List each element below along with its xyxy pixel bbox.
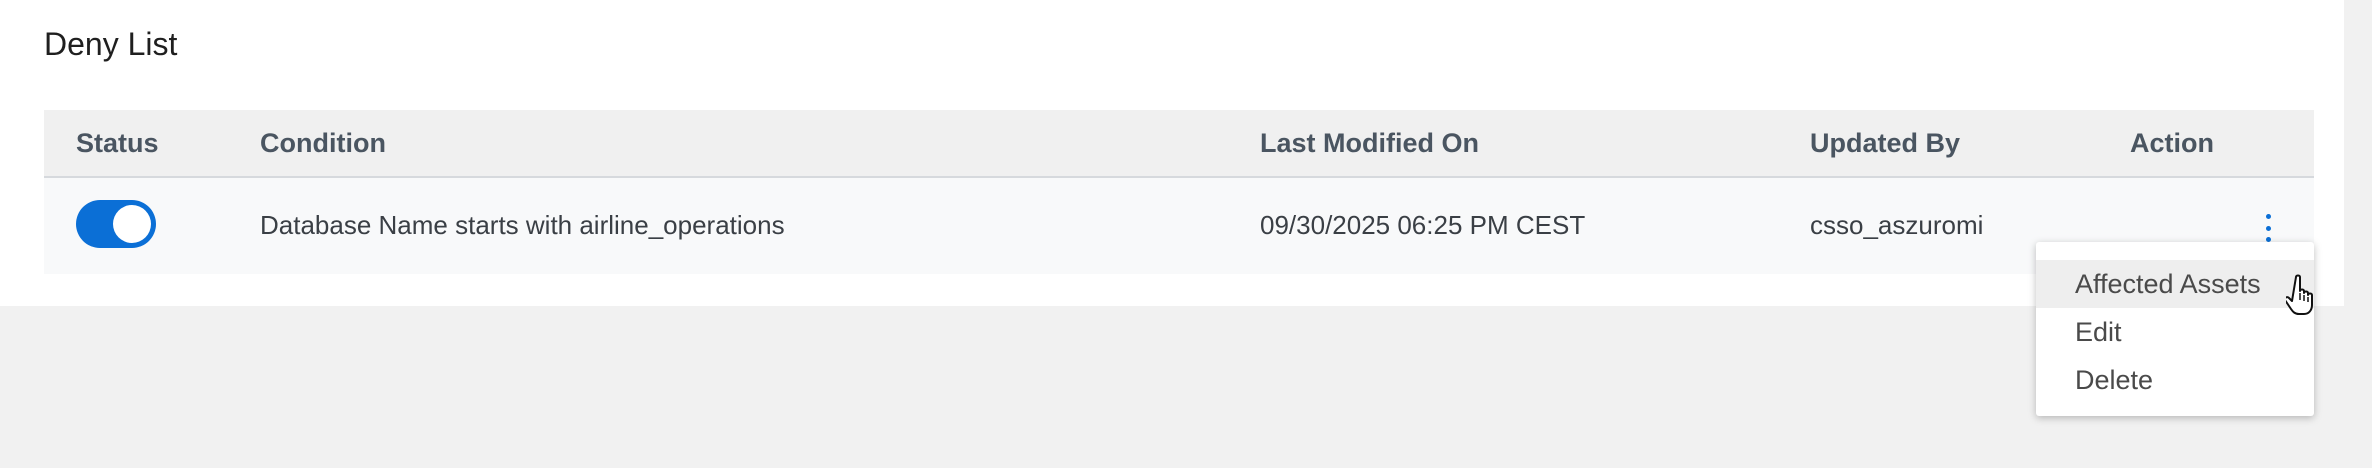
row-condition: Database Name starts with airline_operat… xyxy=(260,210,785,240)
hand-pointer-icon xyxy=(2286,274,2313,315)
header-condition: Condition xyxy=(260,128,386,158)
header-action: Action xyxy=(2130,128,2214,158)
header-updated-by: Updated By xyxy=(1810,128,1961,158)
menu-item-edit[interactable]: Edit xyxy=(2036,308,2314,356)
header-status: Status xyxy=(76,128,159,158)
header-last-modified: Last Modified On xyxy=(1260,128,1479,158)
table-row: Database Name starts with airline_operat… xyxy=(44,178,2314,274)
row-last-modified: 09/30/2025 06:25 PM CEST xyxy=(1260,210,1586,240)
action-dropdown-menu: Affected Assets Edit Delete xyxy=(2036,242,2314,416)
deny-list-table: Status Condition Last Modified On Update… xyxy=(44,110,2314,276)
row-updated-by: csso_aszuromi xyxy=(1810,210,1984,240)
menu-item-affected-assets[interactable]: Affected Assets xyxy=(2036,260,2314,308)
deny-list-panel: Deny List Status Condition Last Modified… xyxy=(0,0,2344,306)
panel-title: Deny List xyxy=(44,26,178,62)
toggle-knob xyxy=(113,205,151,243)
status-toggle[interactable] xyxy=(76,200,156,248)
kebab-menu-icon[interactable] xyxy=(2256,214,2280,242)
menu-item-delete[interactable]: Delete xyxy=(2036,356,2314,404)
table-header: Status Condition Last Modified On Update… xyxy=(44,110,2314,178)
